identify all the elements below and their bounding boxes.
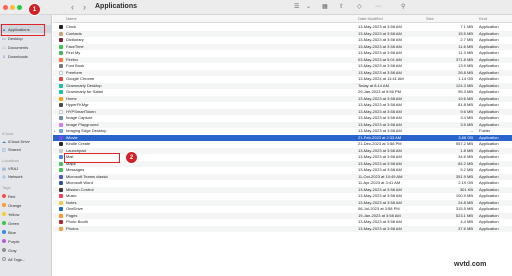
- step-2-badge: 2: [125, 151, 138, 164]
- group-icon[interactable]: ▦: [322, 3, 328, 11]
- more-icon[interactable]: ⋯: [375, 3, 381, 11]
- tag-dot-icon: [2, 203, 6, 207]
- sidebar-tag-green[interactable]: Green: [0, 219, 51, 227]
- minimize-window-button[interactable]: [10, 5, 15, 10]
- column-header-row: Name Date Modified Size Kind: [53, 15, 512, 23]
- app-icon: [59, 51, 63, 55]
- sidebar-item-vraj[interactable]: ▤ VRAJ: [0, 164, 51, 172]
- app-icon: [59, 90, 63, 94]
- file-kind: Application: [479, 225, 499, 231]
- sidebar: ▲ Applications ▭ Desktop □ Documents ⇓ D…: [0, 15, 52, 276]
- chevron-right-icon[interactable]: ›: [83, 2, 86, 12]
- app-icon: [59, 57, 63, 62]
- sidebar-tag-all-tags[interactable]: All Tags...: [0, 255, 51, 263]
- app-icon: [59, 38, 63, 42]
- app-icon: [59, 213, 63, 218]
- sidebar-tag-orange[interactable]: Orange: [0, 201, 51, 209]
- file-name: Photos: [66, 225, 79, 231]
- app-icon: [59, 70, 63, 75]
- close-window-button[interactable]: [3, 5, 8, 10]
- app-icon: [59, 155, 63, 159]
- cloud-icon: ☁: [2, 138, 6, 144]
- app-icon: [59, 220, 63, 224]
- app-icon: [59, 187, 63, 192]
- sidebar-tag-red[interactable]: Red: [0, 192, 51, 200]
- app-icon: [59, 31, 63, 36]
- app-icon: [59, 116, 63, 120]
- tag-dot-icon: [2, 248, 6, 252]
- app-icon: [59, 142, 63, 146]
- all-tags-icon: [2, 257, 6, 261]
- app-icon: [59, 161, 63, 166]
- applications-highlight-box: [1, 24, 45, 36]
- column-header-size[interactable]: Size: [426, 16, 434, 21]
- step-1-badge: 1: [28, 3, 41, 16]
- documents-icon: □: [2, 44, 6, 50]
- computer-icon: ▤: [2, 165, 6, 171]
- sidebar-heading-icloud: iCloud: [2, 131, 14, 136]
- tag-dot-icon: [2, 230, 6, 234]
- app-icon: [59, 25, 63, 29]
- app-icon: [59, 109, 63, 114]
- sidebar-heading-locations: Locations: [2, 158, 20, 163]
- tag-dot-icon: [2, 239, 6, 243]
- tag-dot-icon: [2, 212, 6, 216]
- desktop-icon: ▭: [2, 35, 6, 41]
- app-icon: [59, 168, 63, 172]
- app-icon: [59, 122, 63, 127]
- zoom-window-button[interactable]: [17, 5, 22, 10]
- chevron-down-icon[interactable]: ⌄: [306, 3, 311, 11]
- list-view-icon[interactable]: ☰: [294, 3, 299, 11]
- app-icon: [59, 226, 63, 231]
- tag-dot-icon: [2, 221, 6, 225]
- file-size: 37.6 MB: [458, 225, 473, 231]
- watermark: wvtd.com: [454, 261, 487, 268]
- imovie-highlight-box: [64, 153, 120, 163]
- tag-dot-icon: [2, 194, 6, 198]
- sidebar-tag-gray[interactable]: Gray: [0, 246, 51, 254]
- sidebar-item-network[interactable]: ◎ Network: [0, 172, 51, 180]
- search-icon[interactable]: ⚲: [401, 3, 405, 11]
- window-title: Applications: [95, 3, 138, 10]
- tag-icon[interactable]: ◇: [357, 3, 362, 11]
- downloads-icon: ⇓: [2, 53, 6, 59]
- network-icon: ◎: [2, 173, 6, 179]
- sidebar-item-downloads[interactable]: ⇓ Downloads: [0, 52, 51, 60]
- app-icon: [59, 96, 63, 101]
- app-icon: [59, 181, 63, 185]
- chevron-left-icon[interactable]: ‹: [71, 2, 74, 12]
- sidebar-item-shared[interactable]: ◫ Shared: [0, 145, 51, 153]
- app-icon: [59, 148, 63, 153]
- sidebar-heading-tags: Tags: [2, 185, 11, 190]
- app-icon: [59, 77, 63, 81]
- sidebar-tag-yellow[interactable]: Yellow: [0, 210, 51, 218]
- column-header-name[interactable]: Name: [66, 16, 77, 21]
- column-header-date-modified[interactable]: Date Modified: [358, 16, 383, 21]
- app-icon: [59, 135, 63, 140]
- app-icon: [59, 200, 63, 205]
- app-icon: [59, 64, 63, 68]
- file-list: Clock 13-May-2023 at 3:58 AM 7.1 MB Applica…: [53, 24, 512, 232]
- window-titlebar: ‹ › Applications ☰ ⌄ ▦ ⇧ ◇ ⋯ ⚲: [0, 0, 512, 15]
- app-icon: [59, 129, 63, 133]
- column-header-kind[interactable]: Kind: [479, 16, 487, 21]
- sidebar-tag-purple[interactable]: Purple: [0, 237, 51, 245]
- sidebar-item-documents[interactable]: □ Documents: [0, 43, 51, 51]
- share-icon[interactable]: ⇧: [339, 3, 344, 11]
- app-icon: [59, 83, 63, 88]
- file-row[interactable]: Photos 13-May-2023 at 3:58 AM 37.6 MB Appli…: [53, 225, 512, 232]
- app-icon: [59, 174, 63, 179]
- app-icon: [59, 44, 63, 49]
- app-icon: [59, 103, 63, 107]
- app-icon: [59, 207, 63, 211]
- shared-icon: ◫: [2, 146, 6, 152]
- app-icon: [59, 194, 63, 198]
- sidebar-item-icloud-drive[interactable]: ☁ iCloud Drive: [0, 137, 51, 145]
- sidebar-tag-blue[interactable]: Blue: [0, 228, 51, 236]
